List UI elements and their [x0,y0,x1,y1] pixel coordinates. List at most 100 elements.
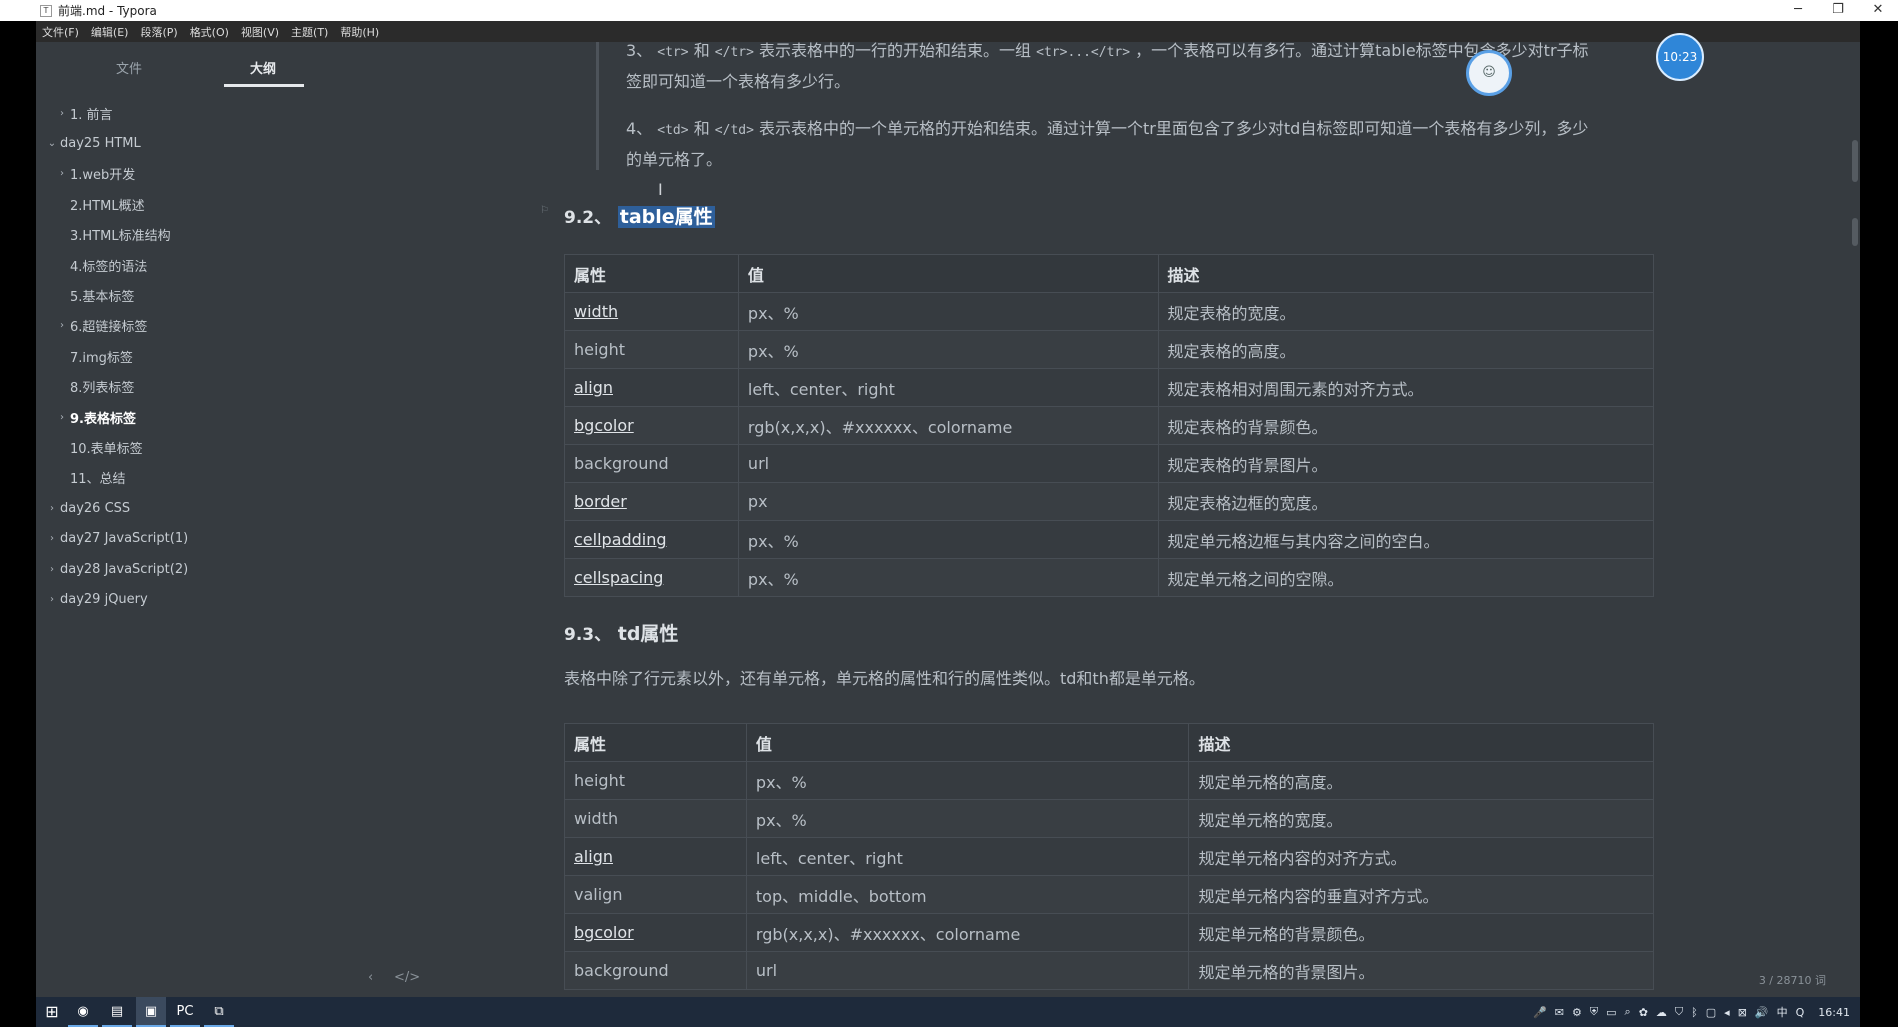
tray-icon[interactable]: ⛉ [1675,1005,1683,1019]
floating-robot-avatar[interactable]: ☺ [1466,50,1512,96]
chevron-right-icon[interactable]: › [56,108,68,119]
table-row: cellspacing px、% 规定单元格之间的空隙。 [564,558,1655,597]
restore-button[interactable]: ❐ [1818,0,1858,21]
outline-item[interactable]: › day28 JavaScript(2) [36,554,358,584]
menu-theme[interactable]: 主题(T) [291,24,328,40]
outline-item[interactable]: 2.HTML概述 [36,189,358,219]
outline-item[interactable]: 7.img标签 [36,341,358,371]
attribute-link[interactable]: align [564,368,739,407]
outline-item[interactable]: › 1.web开发 [36,159,358,189]
editor[interactable]: 3、 <tr> 和 </tr> 表示表格中的一行的开始和结束。一组 <tr>..… [358,42,1860,997]
attribute-link[interactable]: cellpadding [564,520,739,559]
description-cell: 规定单元格的高度。 [1188,761,1654,800]
taskbar-clock[interactable]: 16:41 [1818,1006,1850,1019]
chevron-right-icon[interactable]: › [56,168,68,179]
tray-icon[interactable]: 中 [1777,1004,1788,1020]
toggle-sidebar-icon[interactable]: ‹ [368,970,373,985]
value-cell: px、% [737,292,1159,331]
menu-view[interactable]: 视图(V) [241,24,279,40]
minimize-button[interactable]: ─ [1778,0,1818,21]
tab-files[interactable]: 文件 [116,58,142,77]
outline-item[interactable]: › 1. 前言 [36,98,358,128]
close-button[interactable]: ✕ [1858,0,1898,21]
tray-icon[interactable]: ✿ [1639,1006,1648,1019]
tray-icon[interactable]: ⊠ [1738,1006,1747,1019]
heading-9-3-number: 9.3、 [564,625,612,645]
menu-paragraph[interactable]: 段落(P) [140,24,177,40]
windows-start-icon[interactable]: ⊞ [36,997,68,1027]
outline-item-label: day29 jQuery [60,591,148,607]
chevron-right-icon[interactable]: › [56,412,68,423]
value-cell: url [737,444,1159,483]
tray-icon[interactable]: ⚙ [1572,1006,1582,1019]
outline-item-label: 2.HTML概述 [70,198,145,214]
screen-frame-left [0,21,36,997]
attribute-link[interactable]: bgcolor [564,406,739,445]
sidebar: 文件 大纲 › 1. 前言 ⌄ day25 HTML › 1.web开发 2.HTML概述 3… [36,42,358,997]
tray-icon[interactable]: ᛒ [1691,1006,1698,1019]
outline-item[interactable]: › day26 CSS [36,493,358,523]
menu-file[interactable]: 文件(F) [42,24,79,40]
outline-item[interactable]: ⌄ day25 HTML [36,128,358,158]
tray-icon[interactable]: ▢ [1706,1006,1716,1019]
chevron-right-icon[interactable]: › [56,320,68,331]
heading-9-2-title[interactable]: table属性 [617,206,715,228]
tray-icon[interactable]: ☁ [1656,1006,1667,1019]
active-tab-indicator [224,84,304,87]
chevron-right-icon[interactable]: › [46,533,58,544]
taskbar-window-icon[interactable]: ⧉ [204,997,234,1027]
td-intro-paragraph: 表格中除了行元素以外，还有单元格，单元格的属性和行的属性类似。td和th都是单元… [564,669,1205,688]
tray-icon[interactable]: 🔊 [1755,1006,1769,1019]
tray-icon[interactable]: ⛨ [1590,1005,1598,1019]
chevron-right-icon[interactable]: › [46,503,58,514]
attribute-link[interactable]: width [564,292,739,331]
word-count[interactable]: 3 / 28710 词 [1759,972,1826,988]
outline-item[interactable]: 8.列表标签 [36,372,358,402]
tray-icon[interactable]: ⌕ [1625,1005,1631,1019]
robot-icon: ☺ [1482,65,1496,80]
table-row: background url 规定表格的背景图片。 [564,444,1655,483]
inline-code: <tr>...</tr> [1036,45,1131,60]
tab-outline[interactable]: 大纲 [250,58,276,77]
taskbar-chrome-icon[interactable]: ◉ [68,997,98,1027]
taskbar-typora-icon[interactable]: ▣ [136,997,166,1027]
attribute-link[interactable]: border [564,482,739,521]
heading-anchor-icon[interactable]: ⚐ [540,205,549,216]
attribute-link[interactable]: cellspacing [564,558,739,597]
value-cell: px [737,482,1159,521]
attribute-link[interactable]: align [564,837,747,876]
outline-item[interactable]: › day27 JavaScript(1) [36,523,358,553]
menu-help[interactable]: 帮助(H) [340,24,379,40]
tray-icon[interactable]: ▭ [1606,1006,1616,1019]
floating-timer-bubble[interactable]: 10:23 [1656,33,1704,81]
list-item-3-and: 和 [693,42,710,60]
window-title: 前端.md - Typora [58,4,157,18]
outline-item[interactable]: › 9.表格标签 [36,402,358,432]
outline-item[interactable]: › 6.超链接标签 [36,311,358,341]
list-item-4-text: 表示表格中的一个单元格的开始和结束。通过计算一个tr里面包含了多少对td自标签即… [759,119,1589,138]
menu-format[interactable]: 格式(O) [190,24,229,40]
table-row: height px、% 规定表格的高度。 [564,330,1655,369]
list-item-3-text: 表示表格中的一行的开始和结束。一组 [759,42,1032,60]
outline-item[interactable]: 3.HTML标准结构 [36,220,358,250]
outline-item[interactable]: 5.基本标签 [36,280,358,310]
outline-item[interactable]: 10.表单标签 [36,432,358,462]
tray-icon[interactable]: Q [1796,1006,1805,1019]
taskbar-pycharm-icon[interactable]: PC [170,997,200,1027]
source-code-mode-icon[interactable]: </> [394,970,420,985]
chevron-right-icon[interactable]: › [46,564,58,575]
outline-item-label: 3.HTML标准结构 [70,229,171,245]
tray-icon[interactable]: ◂ [1724,1006,1730,1019]
chevron-down-icon[interactable]: ⌄ [46,138,58,149]
attribute-link[interactable]: bgcolor [564,913,747,952]
outline-item[interactable]: 11、总结 [36,463,358,493]
outline-item[interactable]: 4.标签的语法 [36,250,358,280]
chevron-right-icon[interactable]: › [46,594,58,605]
tray-icon[interactable]: ✉ [1555,1006,1564,1019]
taskbar-notepad-icon[interactable]: ▤ [102,997,132,1027]
attribute-cell: background [564,444,739,483]
scrollbar-thumb[interactable] [1852,140,1858,182]
menu-edit[interactable]: 编辑(E) [91,24,129,40]
outline-item[interactable]: › day29 jQuery [36,584,358,614]
tray-icon[interactable]: 🎤 [1533,1006,1547,1019]
